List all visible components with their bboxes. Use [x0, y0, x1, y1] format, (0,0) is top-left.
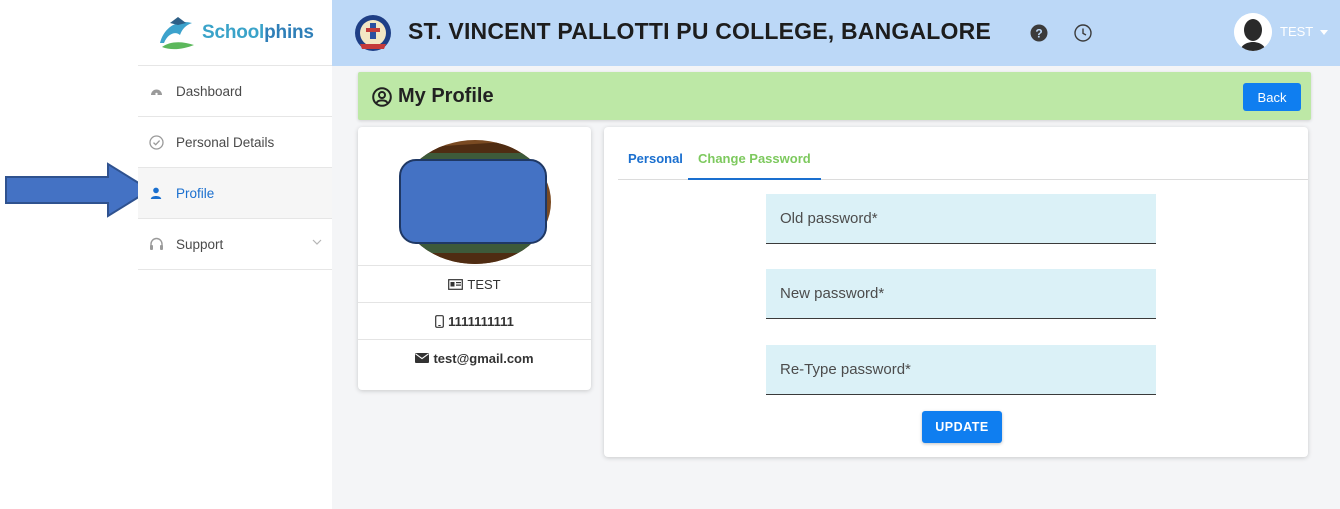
college-seal-icon — [355, 15, 391, 51]
svg-text:?: ? — [1035, 27, 1042, 41]
headset-icon — [148, 236, 164, 252]
id-card-icon — [448, 278, 464, 290]
sidebar-item-support[interactable]: Support — [138, 219, 332, 270]
user-avatar-icon — [1234, 13, 1272, 51]
sidebar-item-label: Profile — [176, 185, 215, 201]
profile-email: test@gmail.com — [433, 350, 534, 366]
page-title-wrap: My Profile — [372, 85, 494, 108]
profile-card: TEST 1111111111 test@gmail.com — [358, 127, 591, 390]
profile-name-row: TEST — [358, 265, 591, 302]
profile-phone: 1111111111 — [448, 313, 514, 329]
top-header: ST. VINCENT PALLOTTI PU COLLEGE, BANGALO… — [332, 0, 1340, 66]
user-circle-icon — [372, 86, 392, 107]
old-password-input[interactable] — [766, 194, 1156, 243]
brand-name-part2: phins — [264, 21, 314, 43]
old-password-field[interactable] — [766, 194, 1156, 244]
new-password-field[interactable] — [766, 269, 1156, 319]
update-button[interactable]: UPDATE — [922, 411, 1002, 443]
retype-password-input[interactable] — [766, 345, 1156, 394]
new-password-input[interactable] — [766, 269, 1156, 318]
profile-email-row: test@gmail.com — [358, 339, 591, 376]
sidebar-item-label: Dashboard — [176, 83, 243, 99]
brand-name-part1: School — [202, 21, 265, 43]
page-title: My Profile — [398, 85, 494, 107]
annotation-arrow — [5, 162, 152, 218]
envelope-icon — [415, 353, 430, 363]
question-circle-icon[interactable]: ? — [1030, 24, 1048, 42]
tab-change-password[interactable]: Change Password — [688, 152, 821, 180]
sidebar-item-personal-details[interactable]: Personal Details — [138, 117, 332, 168]
college-name: ST. VINCENT PALLOTTI PU COLLEGE, BANGALO… — [408, 18, 991, 44]
retype-password-field[interactable] — [766, 345, 1156, 395]
check-circle-icon — [148, 134, 164, 150]
tab-personal[interactable]: Personal — [618, 152, 693, 180]
back-button[interactable]: Back — [1243, 83, 1301, 111]
sidebar-item-dashboard[interactable]: Dashboard — [138, 66, 332, 117]
password-card: Personal Change Password UPDATE — [604, 127, 1308, 457]
profile-name: TEST — [467, 276, 501, 292]
dolphin-logo-icon — [160, 16, 194, 49]
main-area: ST. VINCENT PALLOTTI PU COLLEGE, BANGALO… — [332, 0, 1340, 509]
brand-logo[interactable]: Schoolphins — [138, 0, 332, 66]
user-icon — [148, 185, 164, 201]
user-name[interactable]: TEST — [1280, 24, 1313, 39]
sidebar-item-label: Personal Details — [176, 134, 275, 150]
sidebar-item-label: Support — [176, 236, 224, 252]
profile-phone-row: 1111111111 — [358, 302, 591, 339]
sidebar-item-profile[interactable]: Profile — [138, 168, 332, 219]
clock-icon[interactable] — [1074, 24, 1092, 42]
profile-tabs: Personal Change Password — [618, 152, 1308, 180]
sidebar: Schoolphins Dashboard Personal Details P… — [138, 0, 332, 509]
page-header-bar: My Profile Back — [358, 72, 1311, 120]
avatar[interactable] — [1234, 13, 1272, 51]
brand-name: Schoolphins — [202, 22, 314, 44]
caret-down-icon[interactable] — [1320, 30, 1328, 35]
dashboard-icon — [148, 83, 164, 99]
profile-photo — [399, 140, 551, 264]
chevron-down-icon — [312, 239, 322, 245]
mobile-phone-icon — [435, 314, 444, 328]
